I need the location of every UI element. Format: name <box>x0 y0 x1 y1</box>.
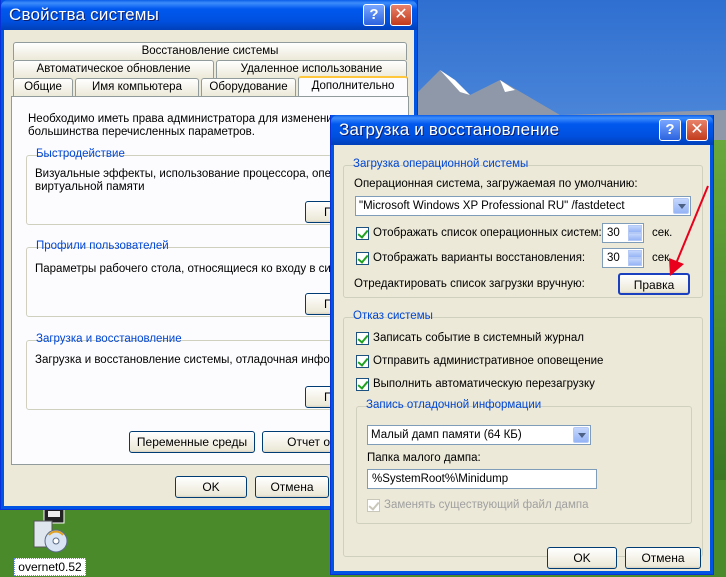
tab-system-restore[interactable]: Восстановление системы <box>13 42 407 60</box>
overwrite-dump-checkbox[interactable] <box>367 499 380 512</box>
tab-label: Общие <box>24 81 62 93</box>
tab-label: Дополнительно <box>311 80 395 92</box>
tab-label: Восстановление системы <box>141 45 279 57</box>
show-os-list-label: Отображать список операционных систем: <box>373 227 602 239</box>
tab-general[interactable]: Общие <box>13 78 73 96</box>
dump-folder-label: Папка малого дампа: <box>367 452 481 464</box>
ok-button[interactable]: OK <box>547 547 617 569</box>
chevron-down-icon[interactable] <box>673 198 689 214</box>
tab-computer-name[interactable]: Имя компьютера <box>75 78 199 96</box>
ok-button[interactable]: OK <box>175 476 247 498</box>
tab-hardware[interactable]: Оборудование <box>201 78 296 96</box>
group-title: Профили пользователей <box>36 240 169 252</box>
performance-desc-line2: виртуальной памяти <box>35 181 145 193</box>
edit-boot-list-label: Отредактировать список загрузки вручную: <box>354 278 585 290</box>
dump-type-value: Малый дамп памяти (64 КБ) <box>371 429 522 441</box>
close-button[interactable]: ✕ <box>686 119 708 141</box>
spin-up-icon[interactable] <box>628 225 642 233</box>
spin-down-icon[interactable] <box>628 258 642 266</box>
system-properties-titlebar[interactable]: Свойства системы ? ✕ <box>1 0 417 30</box>
seconds-value: 30 <box>607 227 620 239</box>
show-recovery-label: Отображать варианты восстановления: <box>373 252 586 264</box>
group-title: Загрузка операционной системы <box>353 158 529 170</box>
tab-label: Оборудование <box>209 81 288 93</box>
dump-folder-input[interactable]: %SystemRoot%\Minidump <box>367 469 597 489</box>
spin-up-icon[interactable] <box>628 250 642 258</box>
startup-desc: Загрузка и восстановление системы, отлад… <box>35 354 345 366</box>
help-button[interactable]: ? <box>659 119 681 141</box>
desktop-icon-overnet[interactable]: overnet0.52 <box>10 505 90 576</box>
show-recovery-seconds[interactable]: 30 <box>602 248 644 268</box>
tab-advanced[interactable]: Дополнительно <box>298 76 408 96</box>
startup-recovery-dialog: Загрузка и восстановление ? ✕ Загрузка о… <box>330 115 714 575</box>
show-recovery-checkbox[interactable] <box>356 252 369 265</box>
cancel-button[interactable]: Отмена <box>625 547 701 569</box>
write-event-checkbox[interactable] <box>356 332 369 345</box>
tab-label: Имя компьютера <box>92 81 182 93</box>
system-failure-group: Отказ системы Записать событие в системн… <box>343 310 703 557</box>
profiles-desc: Параметры рабочего стола, относящиеся ко… <box>35 263 349 275</box>
debug-info-group: Запись отладочной информации Малый дамп … <box>356 399 692 524</box>
auto-restart-checkbox[interactable] <box>356 378 369 391</box>
spin-down-icon[interactable] <box>628 233 642 241</box>
group-title: Загрузка и восстановление <box>36 333 182 345</box>
default-os-select[interactable]: "Microsoft Windows XP Professional RU" /… <box>355 196 691 216</box>
write-event-label: Записать событие в системный журнал <box>373 332 584 344</box>
send-alert-label: Отправить административное оповещение <box>373 355 604 367</box>
default-os-value: "Microsoft Windows XP Professional RU" /… <box>359 200 625 212</box>
seconds-value: 30 <box>607 252 620 264</box>
overwrite-dump-label: Заменять существующий файл дампа <box>384 499 589 511</box>
performance-desc-line1: Визуальные эффекты, использование процес… <box>35 168 344 180</box>
admin-intro-line1: Необходимо иметь права администратора дл… <box>28 113 339 125</box>
installer-icon <box>30 505 70 555</box>
tab-automatic-updates[interactable]: Автоматическое обновление <box>13 60 214 78</box>
seconds-unit: сек. <box>652 252 673 264</box>
admin-intro-line2: большинства перечисленных параметров. <box>28 126 255 138</box>
tab-label: Автоматическое обновление <box>36 63 191 75</box>
group-title: Быстродействие <box>36 148 125 160</box>
close-button[interactable]: ✕ <box>390 4 412 26</box>
auto-restart-label: Выполнить автоматическую перезагрузку <box>373 378 595 390</box>
dump-type-select[interactable]: Малый дамп памяти (64 КБ) <box>367 425 591 445</box>
show-os-list-seconds[interactable]: 30 <box>602 223 644 243</box>
seconds-unit: сек. <box>652 227 673 239</box>
cancel-button[interactable]: Отмена <box>255 476 329 498</box>
help-button[interactable]: ? <box>363 4 385 26</box>
edit-button[interactable]: Правка <box>618 273 690 295</box>
dialog-title: Загрузка и восстановление <box>339 120 560 139</box>
chevron-down-icon[interactable] <box>573 427 589 443</box>
startup-recovery-titlebar[interactable]: Загрузка и восстановление ? ✕ <box>331 115 713 145</box>
window-title: Свойства системы <box>9 5 160 24</box>
group-title: Запись отладочной информации <box>366 399 542 411</box>
group-title: Отказ системы <box>353 310 433 322</box>
os-startup-group: Загрузка операционной системы Операционн… <box>343 158 703 298</box>
desktop-icon-label: overnet0.52 <box>14 558 86 576</box>
environment-variables-button[interactable]: Переменные среды <box>129 431 255 453</box>
default-os-label: Операционная система, загружаемая по умо… <box>354 178 638 190</box>
send-alert-checkbox[interactable] <box>356 355 369 368</box>
tab-label: Удаленное использование <box>240 63 383 75</box>
show-os-list-checkbox[interactable] <box>356 227 369 240</box>
